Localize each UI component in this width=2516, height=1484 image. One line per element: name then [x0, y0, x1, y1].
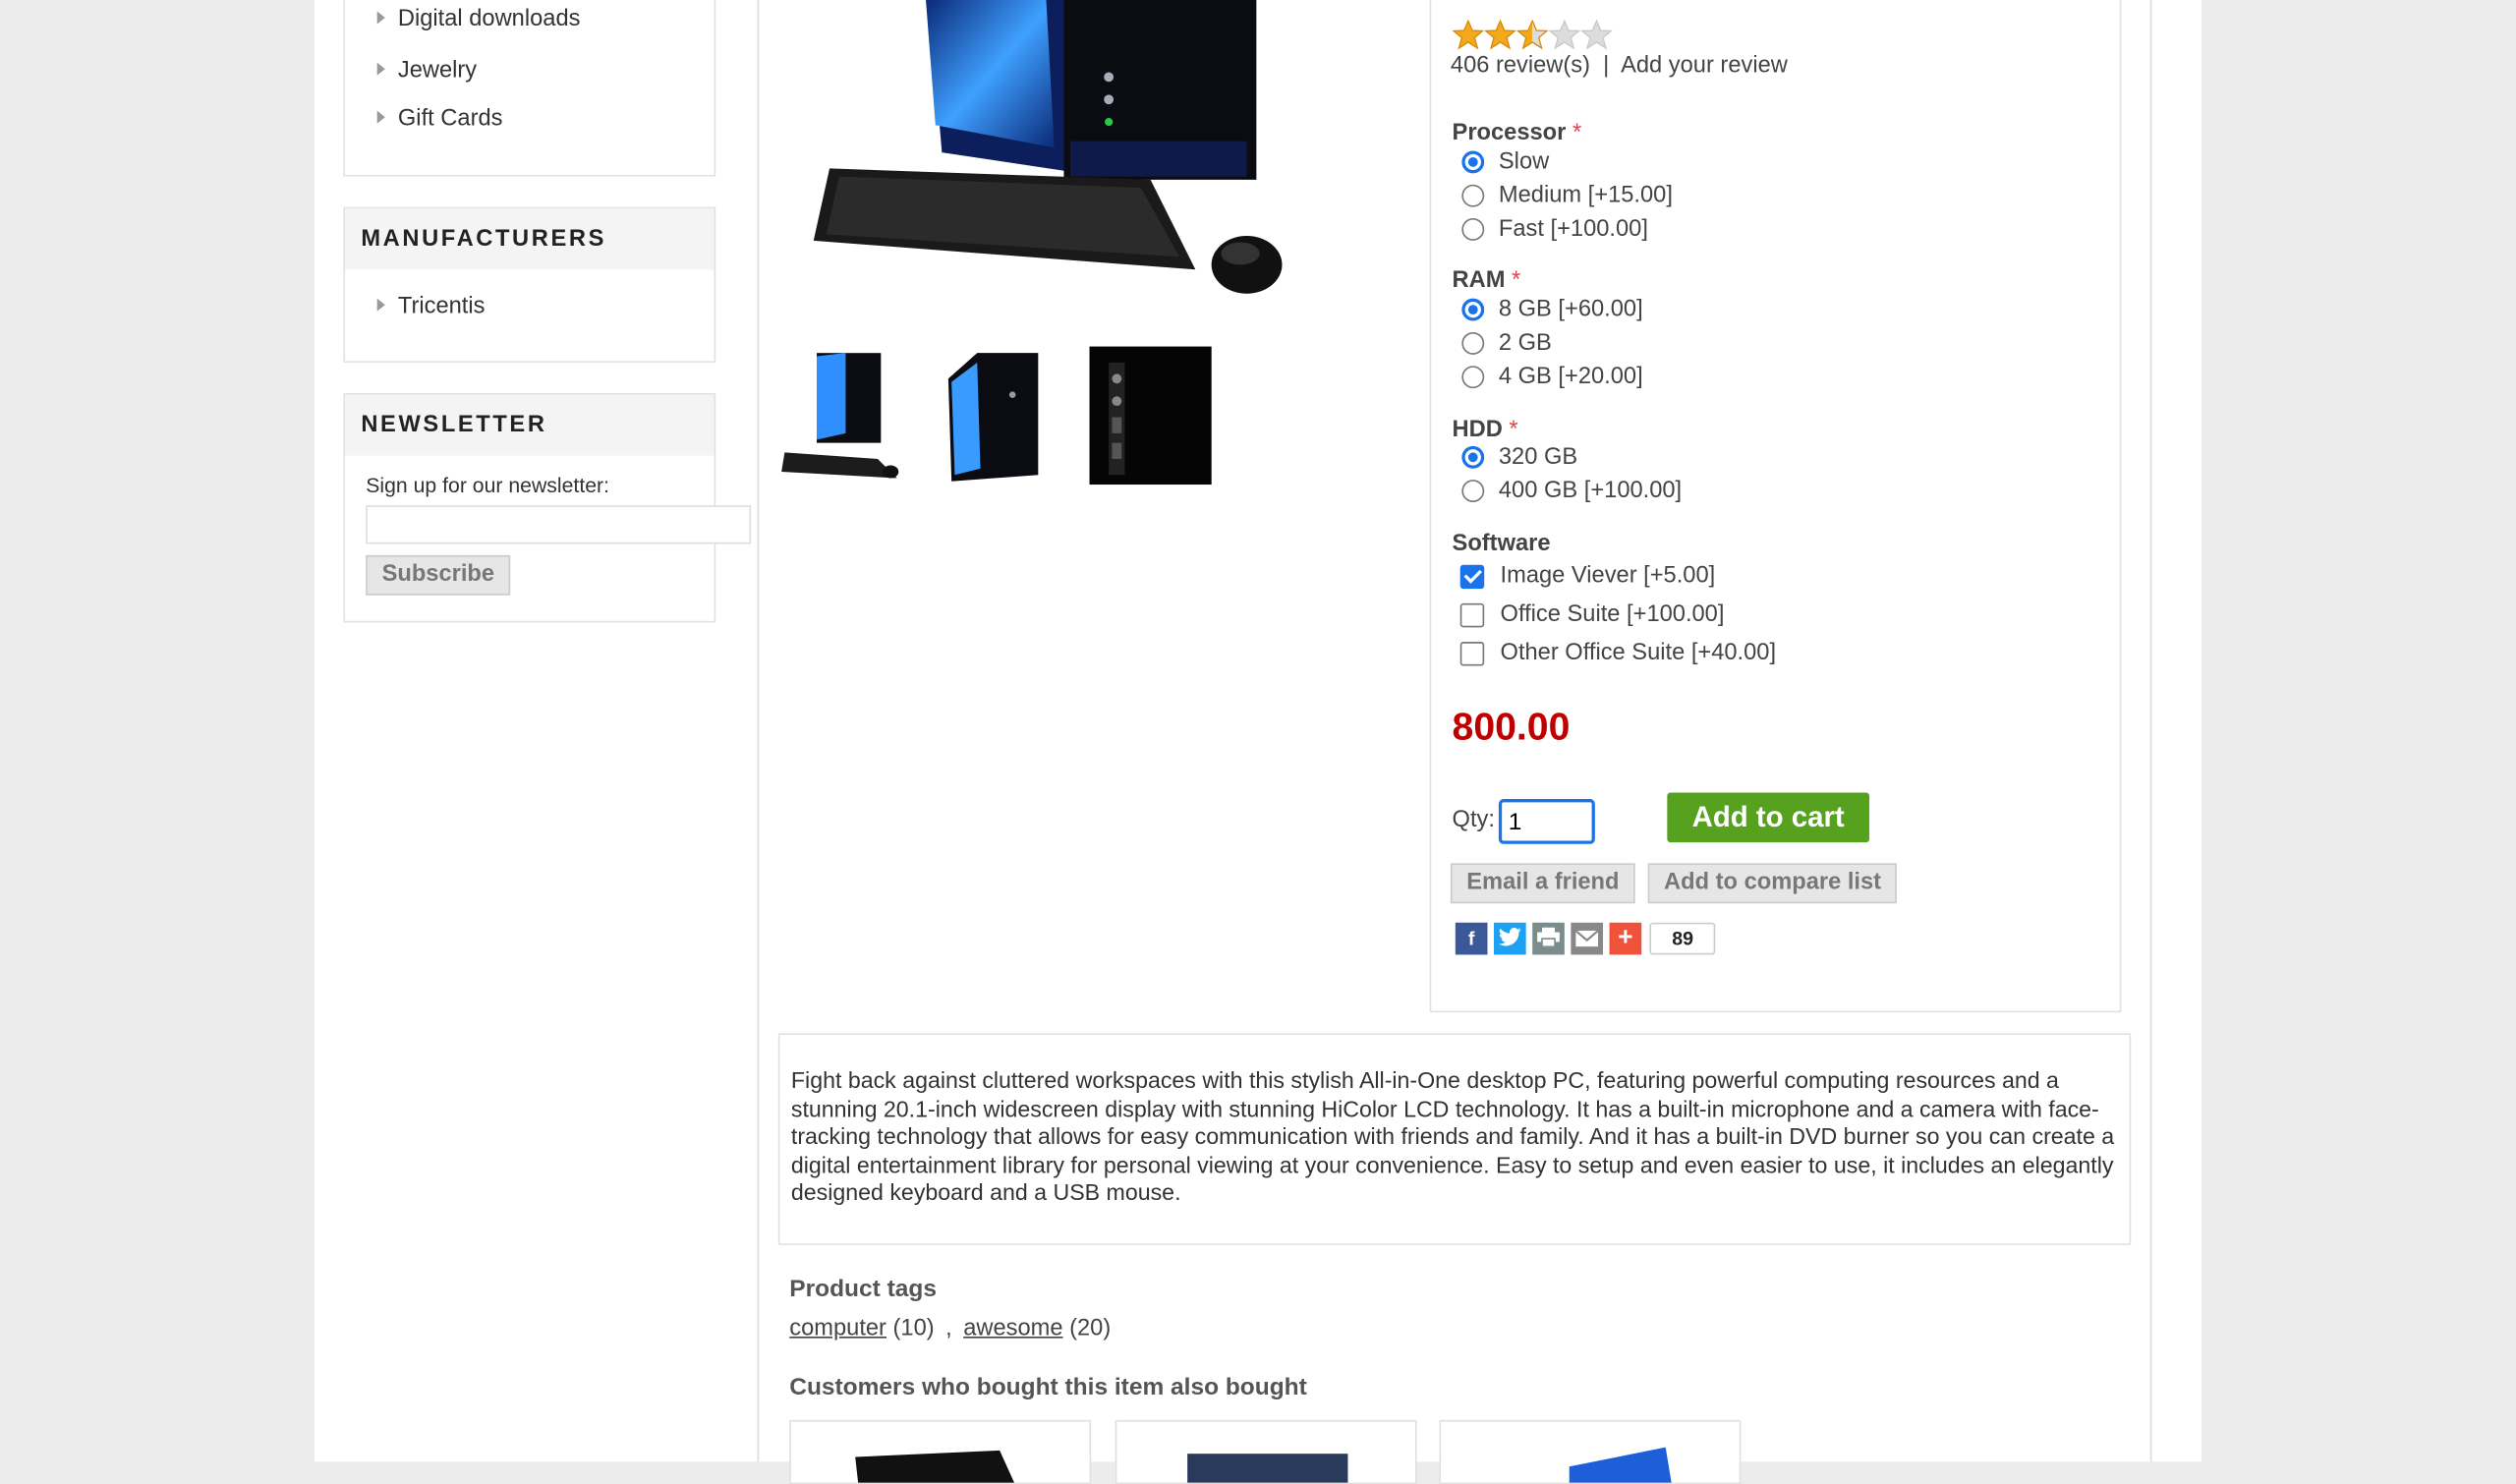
hdd-title: HDD * — [1452, 417, 1518, 443]
also-bought-product-1[interactable] — [789, 1419, 1092, 1484]
software-option-other-office-suite[interactable]: Other Office Suite [+40.00] — [1459, 640, 1776, 666]
page: Digital downloads Jewelry Gift Cards MAN… — [314, 0, 2202, 1484]
tag-link-computer[interactable]: computer — [789, 1316, 886, 1341]
manufacturers-title: MANUFACTURERS — [345, 208, 715, 270]
manufacturers-block: MANUFACTURERS Tricentis — [343, 206, 716, 363]
radio-icon[interactable] — [1461, 480, 1485, 503]
tag-separator: , — [945, 1315, 952, 1341]
star-icon — [1548, 19, 1581, 50]
category-item-gift-cards[interactable]: Gift Cards — [376, 106, 502, 132]
reviews-separator: | — [1603, 52, 1610, 79]
tag-count: (10) — [892, 1315, 935, 1341]
checkbox-icon[interactable] — [1459, 641, 1485, 665]
product-tags-list: computer (10) , awesome (20) — [789, 1316, 1111, 1341]
processor-option-slow[interactable]: Slow — [1461, 149, 1549, 175]
radio-icon[interactable] — [1461, 366, 1485, 389]
tag-count: (20) — [1069, 1315, 1112, 1341]
chevron-right-icon — [376, 298, 385, 312]
also-bought-product-3[interactable] — [1439, 1419, 1742, 1484]
ram-option-8gb[interactable]: 8 GB [+60.00] — [1461, 297, 1643, 322]
facebook-icon[interactable]: f — [1455, 922, 1488, 955]
processor-title: Processor * — [1452, 120, 1582, 146]
print-icon[interactable] — [1532, 922, 1565, 955]
manufacturer-item-tricentis[interactable]: Tricentis — [376, 294, 485, 319]
ram-option-4gb[interactable]: 4 GB [+20.00] — [1461, 365, 1643, 390]
newsletter-email-input[interactable] — [366, 505, 752, 544]
add-to-compare-button[interactable]: Add to compare list — [1647, 863, 1898, 904]
full-description: Fight back against cluttered workspaces … — [777, 1033, 2132, 1245]
add-to-cart-button[interactable]: Add to cart — [1667, 792, 1870, 843]
subscribe-button[interactable]: Subscribe — [366, 554, 511, 596]
software-title: Software — [1452, 531, 1551, 557]
newsletter-label: Sign up for our newsletter: — [366, 473, 609, 498]
radio-selected-icon[interactable] — [1461, 445, 1485, 469]
hdd-option-320gb[interactable]: 320 GB — [1461, 444, 1577, 470]
product-price: 800.00 — [1452, 706, 1571, 750]
categories-block: Digital downloads Jewelry Gift Cards — [343, 0, 716, 177]
email-friend-button[interactable]: Email a friend — [1450, 863, 1635, 904]
checkbox-icon[interactable] — [1459, 602, 1485, 627]
processor-option-fast[interactable]: Fast [+100.00] — [1461, 216, 1648, 243]
rating-stars — [1452, 19, 1613, 52]
category-item-digital-downloads[interactable]: Digital downloads — [376, 7, 580, 32]
ram-title: RAM * — [1452, 267, 1521, 294]
tag-link-awesome[interactable]: awesome — [963, 1316, 1062, 1341]
product-thumbnail-2[interactable] — [933, 347, 1055, 485]
qty-label: Qty: — [1452, 807, 1495, 833]
software-option-office-suite[interactable]: Office Suite [+100.00] — [1459, 601, 1724, 627]
product-details: 406 review(s) | Add your review Processo… — [757, 0, 2152, 1484]
radio-icon[interactable] — [1461, 218, 1485, 241]
hdd-option-400gb[interactable]: 400 GB [+100.00] — [1461, 479, 1682, 504]
product-thumbnail-3[interactable] — [1089, 346, 1212, 485]
newsletter-block: NEWSLETTER Sign up for our newsletter: S… — [343, 392, 752, 623]
add-review-link[interactable]: Add your review — [1621, 53, 1788, 79]
radio-selected-icon[interactable] — [1461, 298, 1485, 321]
twitter-icon[interactable] — [1493, 922, 1526, 955]
reviews-count-link[interactable]: 406 review(s) — [1451, 53, 1590, 79]
plus-icon[interactable]: + — [1609, 922, 1642, 955]
product-tags-title: Product tags — [789, 1275, 937, 1303]
chevron-right-icon — [376, 11, 385, 25]
category-item-jewelry[interactable]: Jewelry — [376, 58, 477, 84]
also-bought-product-2[interactable] — [1115, 1419, 1417, 1484]
share-bar: f + 89 — [1455, 922, 1716, 955]
reviews-line: 406 review(s) | Add your review — [1451, 53, 1788, 79]
checkbox-checked-icon[interactable] — [1459, 563, 1485, 589]
ram-option-2gb[interactable]: 2 GB — [1461, 330, 1552, 356]
star-icon — [1452, 19, 1485, 50]
radio-selected-icon[interactable] — [1461, 150, 1485, 174]
star-icon — [1484, 19, 1516, 50]
email-icon[interactable] — [1571, 922, 1604, 955]
chevron-right-icon — [376, 110, 385, 124]
share-count: 89 — [1649, 922, 1716, 955]
product-thumbnail-1[interactable] — [781, 347, 903, 485]
product-main-picture[interactable] — [781, 0, 1311, 313]
chevron-right-icon — [376, 62, 385, 76]
processor-option-medium[interactable]: Medium [+15.00] — [1461, 183, 1673, 208]
radio-icon[interactable] — [1461, 331, 1485, 355]
software-option-image-viewer[interactable]: Image Viever [+5.00] — [1459, 563, 1715, 589]
qty-input[interactable] — [1498, 799, 1595, 844]
star-icon — [1580, 19, 1613, 50]
newsletter-title: NEWSLETTER — [345, 394, 715, 456]
radio-icon[interactable] — [1461, 184, 1485, 207]
star-icon — [1515, 19, 1549, 50]
also-bought-title: Customers who bought this item also boug… — [789, 1373, 1307, 1401]
